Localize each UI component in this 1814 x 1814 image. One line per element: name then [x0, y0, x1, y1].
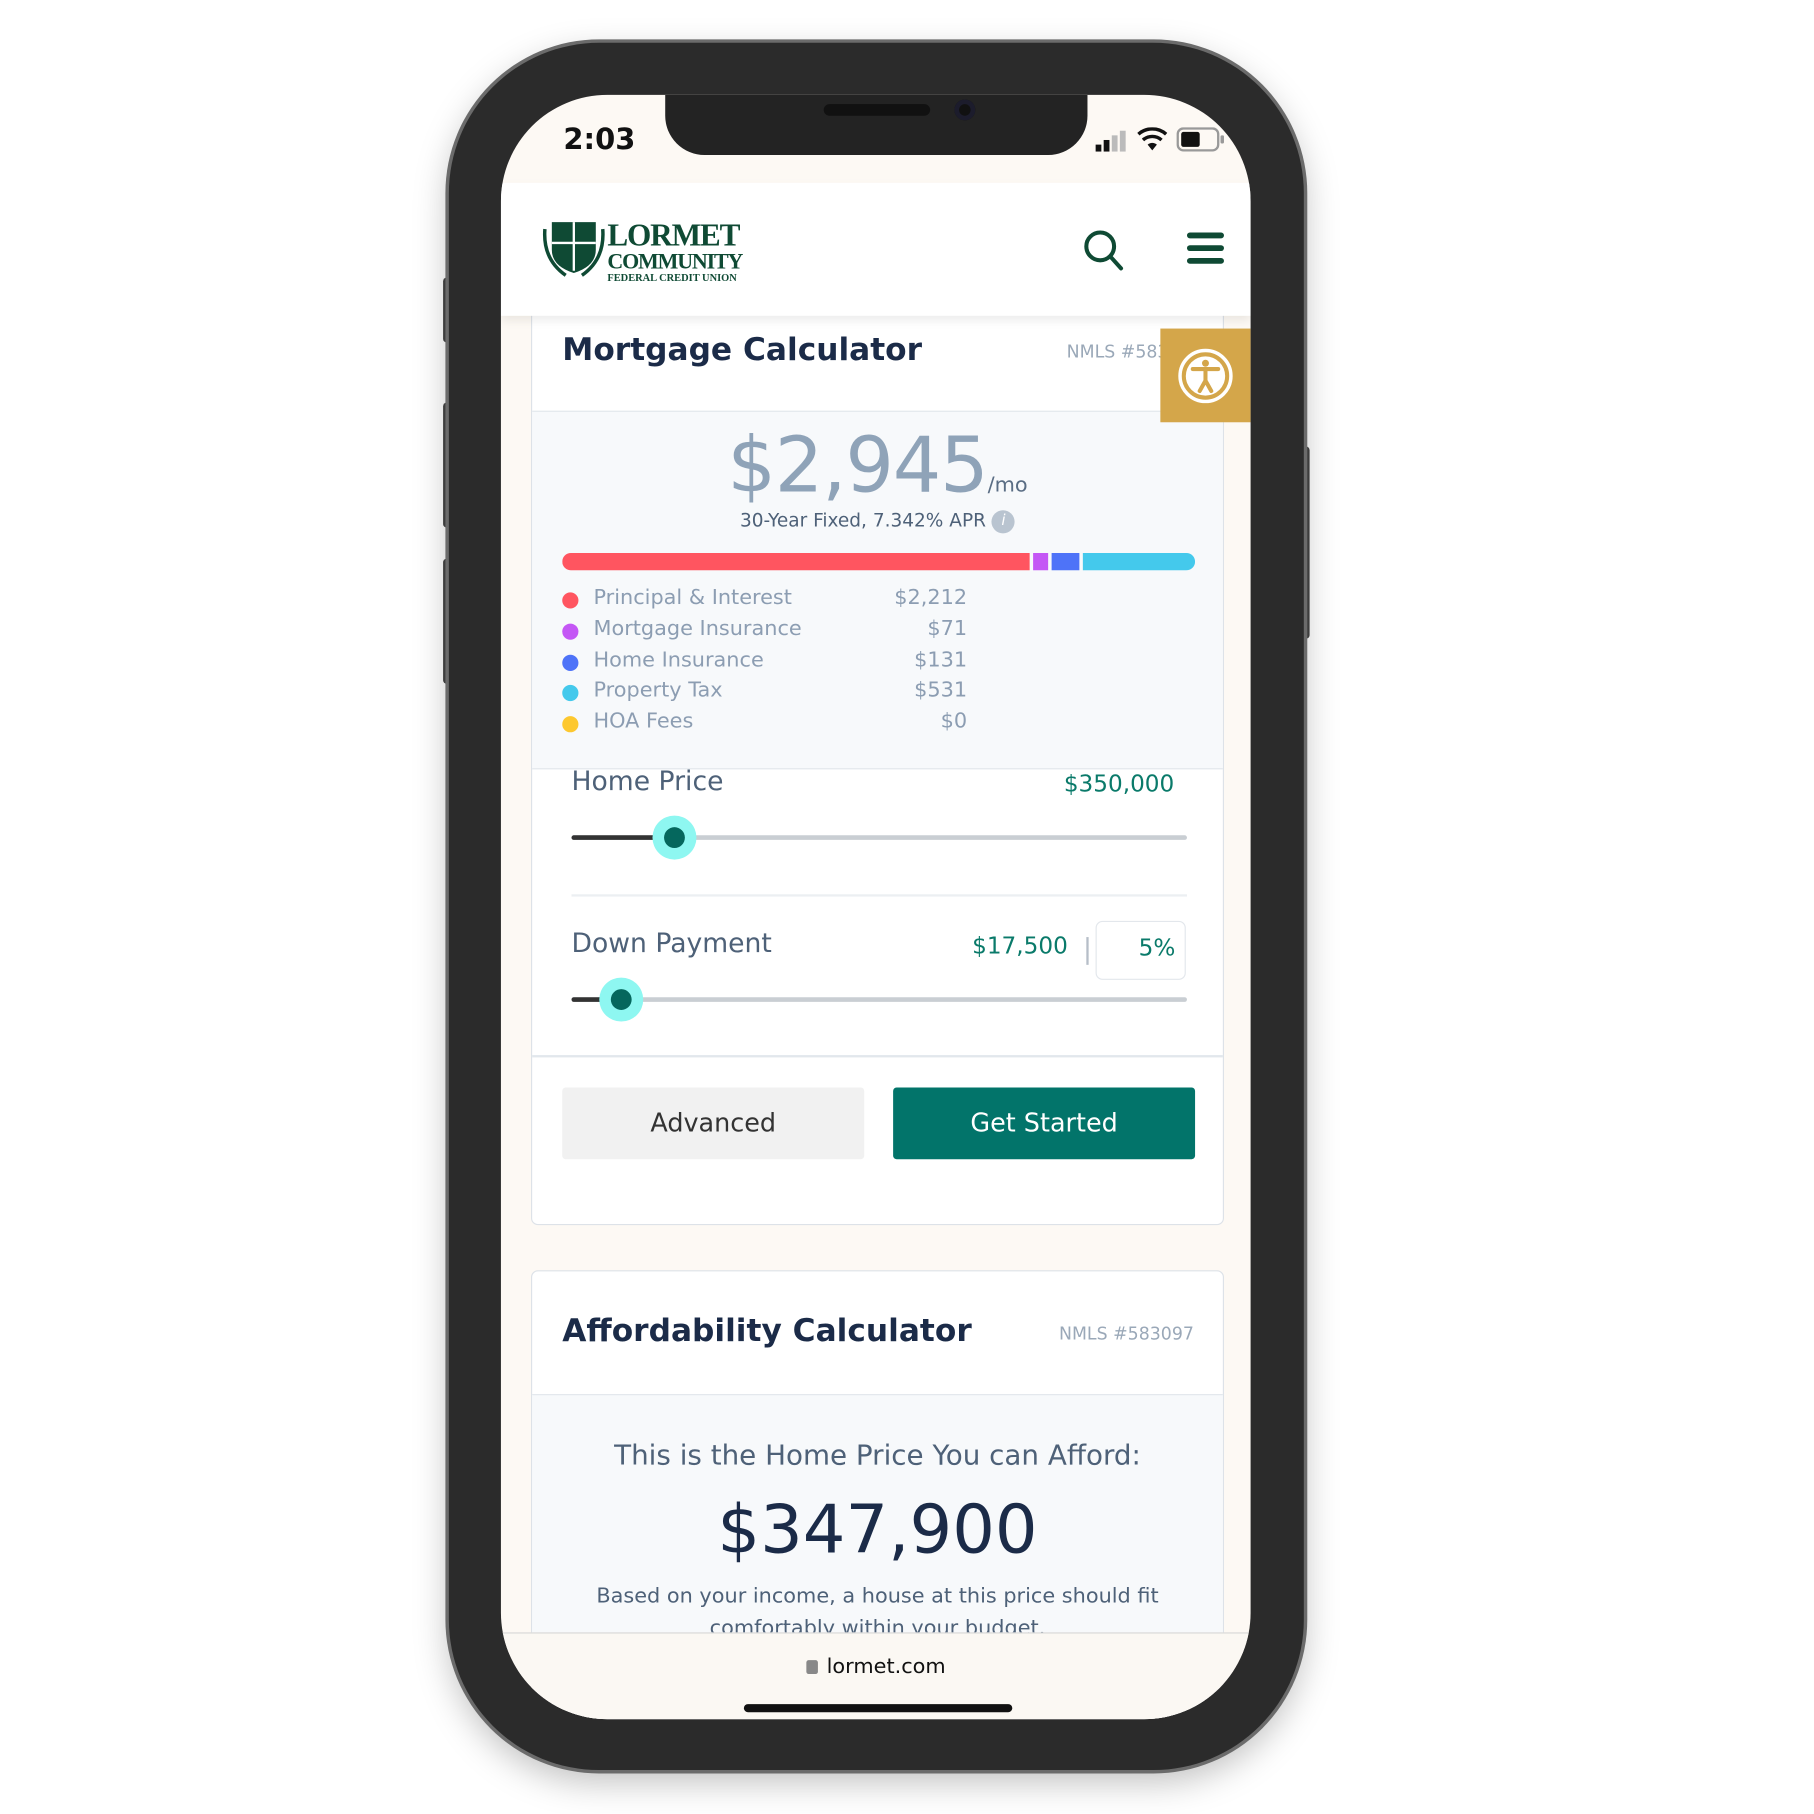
payment-summary: $2,945/mo 30-Year Fixed, 7.342% APR i Pr… — [532, 410, 1223, 770]
logo-crest-icon[interactable] — [540, 217, 607, 282]
notch — [665, 94, 1088, 156]
legend-dot — [562, 716, 579, 733]
accessibility-icon — [1178, 348, 1233, 403]
mortgage-calculator-card: Mortgage Calculator NMLS #583097 $2,945/… — [531, 279, 1224, 1226]
advanced-button[interactable]: Advanced — [562, 1087, 865, 1160]
result-heading: This is the Home Price You can Afford: — [614, 1439, 1141, 1472]
bar-segment — [1051, 552, 1080, 571]
legend-row: Mortgage Insurance $71 — [562, 616, 967, 646]
legend-label: Property Tax — [593, 678, 723, 703]
signal-icon — [1095, 130, 1131, 158]
legend-dot — [562, 592, 579, 609]
legend-row: Property Tax $531 — [562, 678, 967, 708]
card-title: Mortgage Calculator — [562, 332, 923, 368]
logo-line-2: COMMUNITY — [607, 249, 743, 275]
monthly-amount: $2,945 — [727, 421, 988, 511]
url-text: lormet.com — [826, 1654, 946, 1679]
card-title: Affordability Calculator — [562, 1313, 972, 1349]
home-price-value[interactable]: $350,000 — [1064, 769, 1174, 797]
per-month: /mo — [987, 473, 1028, 498]
legend-row: HOA Fees $0 — [562, 709, 967, 739]
down-payment-percent-input[interactable]: 5% — [1095, 920, 1186, 980]
legend-dot — [562, 623, 579, 640]
loan-description: 30-Year Fixed, 7.342% APR i — [532, 509, 1223, 533]
down-payment-label: Down Payment — [571, 928, 772, 960]
legend-label: Principal & Interest — [593, 585, 792, 610]
legend-label: Home Insurance — [593, 647, 764, 672]
down-payment-slider[interactable] — [571, 977, 1187, 1022]
legend-label: HOA Fees — [593, 709, 694, 734]
logo-line-1: LORMET — [607, 217, 740, 253]
legend-row: Principal & Interest $2,212 — [562, 585, 967, 615]
legend-value: $531 — [914, 678, 968, 703]
info-icon[interactable]: i — [991, 509, 1016, 533]
divider — [532, 1055, 1223, 1058]
url-field[interactable]: lormet.com — [501, 1654, 1251, 1679]
accessibility-button[interactable] — [1160, 328, 1251, 423]
site-header: LORMET COMMUNITY FEDERAL CREDIT UNION — [500, 182, 1251, 316]
legend-value: $2,212 — [894, 585, 968, 610]
logo-line-3: FEDERAL CREDIT UNION — [607, 271, 737, 284]
separator — [1086, 937, 1089, 965]
phone-screen: 2:03 LORMET COMMUNITY FEDERAL CREDIT UNI… — [500, 94, 1251, 1720]
home-price-label: Home Price — [571, 767, 724, 798]
slider-thumb[interactable] — [598, 977, 643, 1022]
home-indicator[interactable] — [743, 1704, 1013, 1713]
legend-value: $0 — [940, 709, 968, 734]
legend-value: $71 — [927, 616, 968, 641]
legend-row: Home Insurance $131 — [562, 647, 967, 677]
legend-label: Mortgage Insurance — [593, 616, 802, 641]
bar-segment — [1082, 552, 1196, 571]
monthly-payment: $2,945/mo — [532, 421, 1223, 510]
payment-breakdown-bar — [562, 552, 1196, 571]
menu-icon[interactable] — [1186, 231, 1224, 270]
nmls-number: NMLS #583097 — [1058, 1323, 1194, 1345]
affordable-amount: $347,900 — [717, 1490, 1038, 1569]
speaker — [823, 104, 931, 116]
status-time: 2:03 — [563, 122, 636, 157]
lock-icon — [805, 1660, 818, 1675]
legend-value: $131 — [914, 647, 968, 672]
divider — [571, 894, 1187, 897]
wifi-icon — [1137, 127, 1168, 157]
percent-value: 5% — [1138, 933, 1176, 962]
search-icon[interactable] — [1083, 229, 1125, 278]
slider-thumb[interactable] — [652, 815, 697, 860]
battery-icon — [1176, 127, 1226, 157]
loan-terms: 30-Year Fixed, 7.342% APR — [739, 509, 986, 532]
browser-bar: lormet.com — [500, 1632, 1251, 1720]
legend-dot — [562, 654, 579, 671]
camera — [954, 99, 976, 121]
logo[interactable]: LORMET COMMUNITY FEDERAL CREDIT UNION — [607, 217, 743, 284]
home-price-slider[interactable] — [571, 815, 1187, 860]
legend-dot — [562, 685, 579, 702]
get-started-button[interactable]: Get Started — [893, 1087, 1196, 1160]
bar-segment — [562, 552, 1030, 571]
down-payment-value[interactable]: $17,500 — [972, 931, 1068, 959]
bar-segment — [1033, 552, 1049, 571]
